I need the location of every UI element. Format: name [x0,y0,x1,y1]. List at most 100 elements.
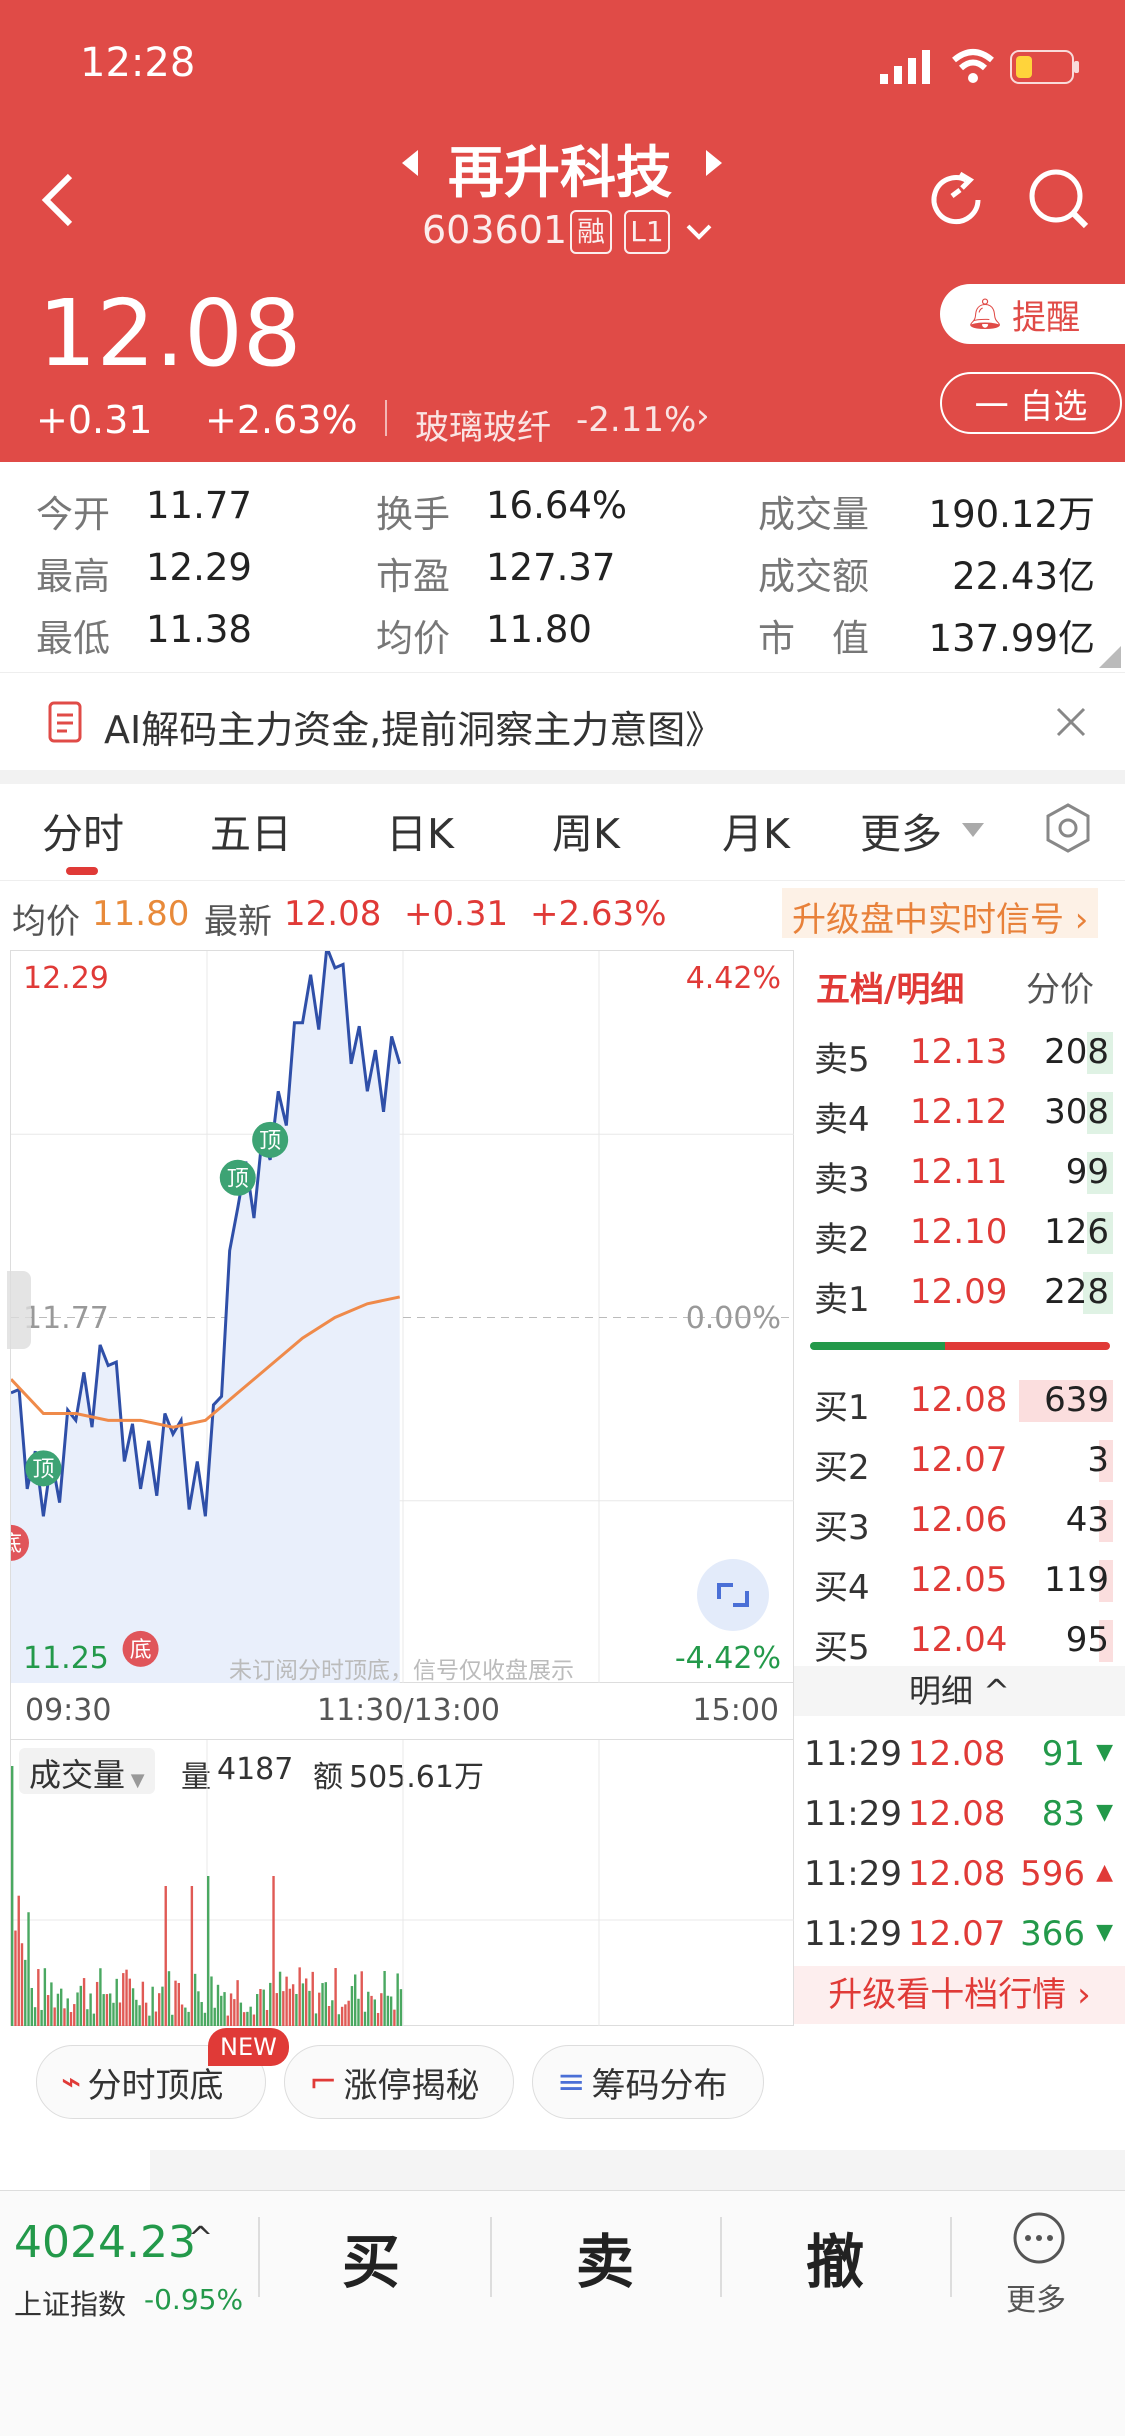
tab-daily-k[interactable]: 日K [386,800,454,860]
volume-bar [265,2009,269,2026]
settings-icon[interactable] [1044,802,1092,854]
status-time: 12:28 [80,40,196,86]
tab-intraday[interactable]: 分时 [42,800,124,860]
divider [950,2217,952,2297]
sector-name[interactable]: 玻璃玻纤 [415,400,551,449]
expand-corner-icon[interactable] [1099,646,1121,668]
bid-qty: 3 [1087,1440,1109,1480]
tab-monthly-k[interactable]: 月K [722,800,790,860]
side-drawer-handle[interactable] [7,1271,31,1349]
volume-bar [331,2000,334,2026]
chevron-down-icon[interactable] [684,220,714,244]
ask-qty: 126 [1044,1212,1109,1252]
fullscreen-button[interactable] [697,1559,769,1631]
tab-indicator [66,867,98,875]
volume-bar [17,1895,20,2026]
arrow-up-icon: ▲ [1096,1860,1113,1885]
volume-bar [37,1969,40,2026]
volume-bar [347,2000,350,2026]
ask-row: 卖2 12.10 126 [794,1208,1125,1260]
bid-row: 买5 12.04 95 [794,1616,1125,1668]
avg-line-label: 均价 [12,902,80,942]
volume-bar [112,2002,115,2026]
pill-chip-distribution[interactable]: ≡ 筹码分布 [532,2045,764,2119]
scroll-peek [150,2150,1125,2190]
volume-bar [197,1991,200,2026]
stats-panel: 今开 11.77 最高 12.29 最低 11.38 换手 16.64% 市盈 … [0,462,1125,672]
limit-up-icon: ⌐ [309,2062,338,2102]
detail-toggle[interactable]: 明细 ^ [794,1666,1125,1716]
stock-name: 再升科技 [448,141,672,206]
volume-bar [203,2012,207,2026]
volume-bar [354,1974,357,2026]
tab-more[interactable]: 更多 [860,800,942,860]
volume-bar [236,1980,239,2026]
time-start: 09:30 [25,1693,112,1728]
close-icon[interactable] [1054,705,1088,739]
volume-bar [131,1988,135,2026]
order-book: 五档/明细 分价 卖5 12.13 208 卖4 12.12 308 卖3 12.11 99 卖2… [794,950,1125,2026]
intraday-chart[interactable]: 顶底底顶顶 12.29 4.42% 11.77 0.00% 11.25 -4.4… [0,946,795,1684]
bid-qty: 639 [1044,1380,1109,1420]
volume-bar [305,1978,308,2026]
market-cap-value: 137.99亿 [928,617,1095,660]
watchlist-button[interactable]: 一 自选 [940,372,1122,434]
tab-five-day[interactable]: 五日 [210,800,292,860]
trade-qty: 91 [1041,1734,1085,1774]
arrow-down-icon: ▼ [1096,1920,1113,1945]
divider [720,2217,722,2297]
watchlist-label: 一 自选 [974,386,1088,427]
more-icon[interactable] [1012,2211,1066,2265]
ai-banner[interactable]: AI解码主力资金,提前洞察主力意图》 [0,672,1125,770]
ask-row: 卖3 12.11 99 [794,1148,1125,1200]
ask-price: 12.13 [910,1032,1008,1072]
signal-top-marker-label: 顶 [259,1129,281,1154]
bid-row: 买4 12.05 119 [794,1556,1125,1608]
book-tab-level5[interactable]: 五档/明细 [816,962,964,1011]
ask-row: 卖1 12.09 228 [794,1268,1125,1320]
sell-button[interactable]: 卖 [576,2215,634,2299]
buy-button[interactable]: 买 [342,2215,400,2299]
refresh-icon[interactable] [924,168,988,232]
volume-bar [233,1999,236,2026]
bid-price: 12.05 [910,1560,1008,1600]
volume-bar [138,2005,141,2026]
prev-stock-icon[interactable] [398,148,422,178]
volume-bar [393,2009,396,2026]
index-value[interactable]: 4024.23 [14,2217,196,2268]
trade-time: 11:29 [804,1914,902,1954]
index-change: -0.95% [144,2283,244,2316]
volume-bar [154,2011,158,2026]
high-value: 12.29 [146,546,252,589]
volume-bar [20,1943,24,2026]
upgrade-level10-button[interactable]: 升级看十档行情 › [794,1966,1125,2024]
upgrade-signal-button[interactable]: 升级盘中实时信号 › [782,888,1099,940]
bid-price: 12.08 [910,1380,1008,1420]
bid-level-label: 买2 [814,1448,870,1488]
book-tab-price[interactable]: 分价 [1026,962,1094,1011]
more-label[interactable]: 更多 [1006,2275,1066,2319]
volume-bar [109,1993,112,2026]
volume-bar [318,1992,321,2026]
remind-button[interactable]: 🔔︎ 提醒 [940,284,1125,344]
avg-label: 均价 [376,617,450,660]
volume-bar [340,2006,344,2026]
back-button[interactable] [38,170,78,230]
search-icon[interactable] [1026,166,1092,232]
cancel-button[interactable]: 撤 [806,2215,864,2299]
pill-label: 分时顶底 [87,2065,224,2106]
volume-bar [30,1987,33,2026]
volume-bar [282,1991,285,2026]
volume-bar [33,2007,37,2026]
volume-bar [144,2002,148,2026]
avg-line-value: 11.80 [92,894,190,934]
high-label: 最高 [36,555,110,598]
tab-weekly-k[interactable]: 周K [552,800,620,860]
volume-bar [210,1976,213,2026]
next-stock-icon[interactable] [702,148,726,178]
ask-qty: 228 [1044,1272,1109,1312]
pill-limit-up[interactable]: ⌐ 涨停揭秘 [284,2045,514,2119]
sector-change[interactable]: -2.11% [576,400,696,440]
ask-qty: 99 [1065,1152,1109,1192]
stock-code: 603601 [422,208,568,252]
